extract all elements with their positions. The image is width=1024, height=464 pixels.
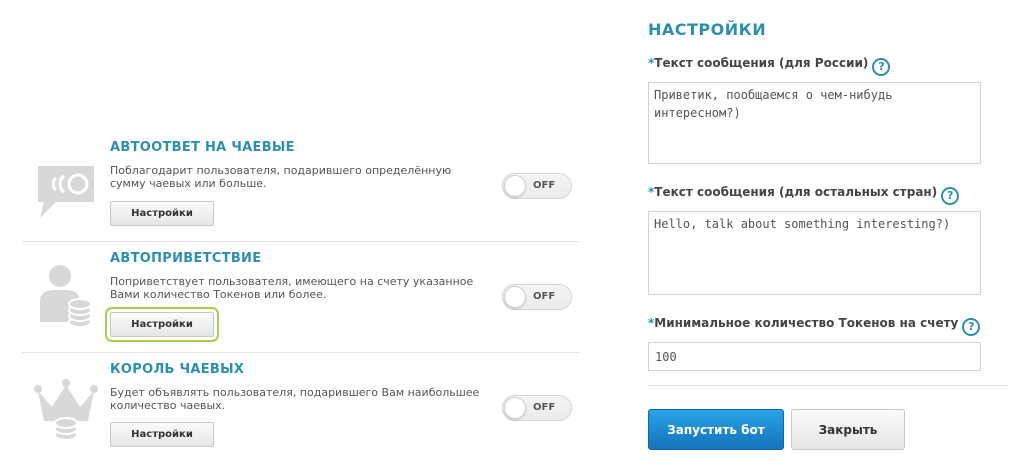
panel-title: НАСТРОЙКИ [648,20,767,39]
user-coins-icon [30,259,102,331]
settings-button[interactable]: Настройки [110,422,214,447]
field-label-text: Минимальное количество Токенов на счету [654,316,959,330]
settings-button[interactable]: Настройки [105,307,219,342]
bot-content: АВТООТВЕТ НА ЧАЕВЫЕ Поблагодарит пользов… [110,140,490,226]
field-label-min-tokens: *Минимальное количество Токенов на счету… [648,316,981,336]
message-other-textarea[interactable]: Hello, talk about something interesting?… [648,211,981,295]
divider [22,241,580,242]
field-label-other-countries: *Текст сообщения (для остальных стран)? [648,185,960,205]
bot-description: Будет объявлять пользователя, подарившег… [110,386,480,412]
field-label-text: Текст сообщения (для остальных стран) [654,185,938,199]
bot-content: АВТОПРИВЕТСТВИЕ Поприветствует пользоват… [105,251,490,342]
speech-bubble-icon [30,155,102,227]
bot-toggle[interactable]: OFF [502,395,572,421]
bot-toggle[interactable]: OFF [502,284,572,310]
bot-description: Поприветствует пользователя, имеющего на… [110,275,474,301]
help-icon[interactable]: ? [941,187,960,205]
bot-title: АВТООТВЕТ НА ЧАЕВЫЕ [110,140,295,155]
help-icon[interactable]: ? [872,58,891,76]
bot-title: КОРОЛЬ ЧАЕВЫХ [110,362,245,377]
toggle-knob [504,397,526,419]
crown-coins-icon [30,374,102,446]
divider [22,352,580,353]
toggle-knob [504,175,526,197]
bot-toggle[interactable]: OFF [502,173,572,199]
close-button[interactable]: Закрыть [791,409,905,450]
field-label-text: Текст сообщения (для России) [654,56,869,70]
start-bot-button[interactable]: Запустить бот [648,409,784,450]
min-tokens-input[interactable] [648,342,981,371]
help-icon[interactable]: ? [962,318,981,336]
toggle-state-label: OFF [533,402,556,413]
bot-content: КОРОЛЬ ЧАЕВЫХ Будет объявлять пользовате… [110,362,490,447]
field-label-russia: *Текст сообщения (для России)? [648,56,891,76]
toggle-state-label: OFF [533,291,556,302]
toggle-knob [504,286,526,308]
bot-description: Поблагодарит пользователя, подарившего о… [110,164,452,190]
divider [648,385,1008,386]
bot-item-autogreeting: АВТОПРИВЕТСТВИЕ Поприветствует пользоват… [22,251,580,351]
toggle-state-label: OFF [533,180,556,191]
settings-button[interactable]: Настройки [110,201,214,226]
bot-title: АВТОПРИВЕТСТВИЕ [110,251,262,266]
bot-item-tip-autoreply: АВТООТВЕТ НА ЧАЕВЫЕ Поблагодарит пользов… [22,140,580,240]
message-russia-textarea[interactable]: Приветик, пообщаемся о чем-нибудь интере… [648,82,981,164]
bot-item-tip-king: КОРОЛЬ ЧАЕВЫХ Будет объявлять пользовате… [22,362,580,462]
